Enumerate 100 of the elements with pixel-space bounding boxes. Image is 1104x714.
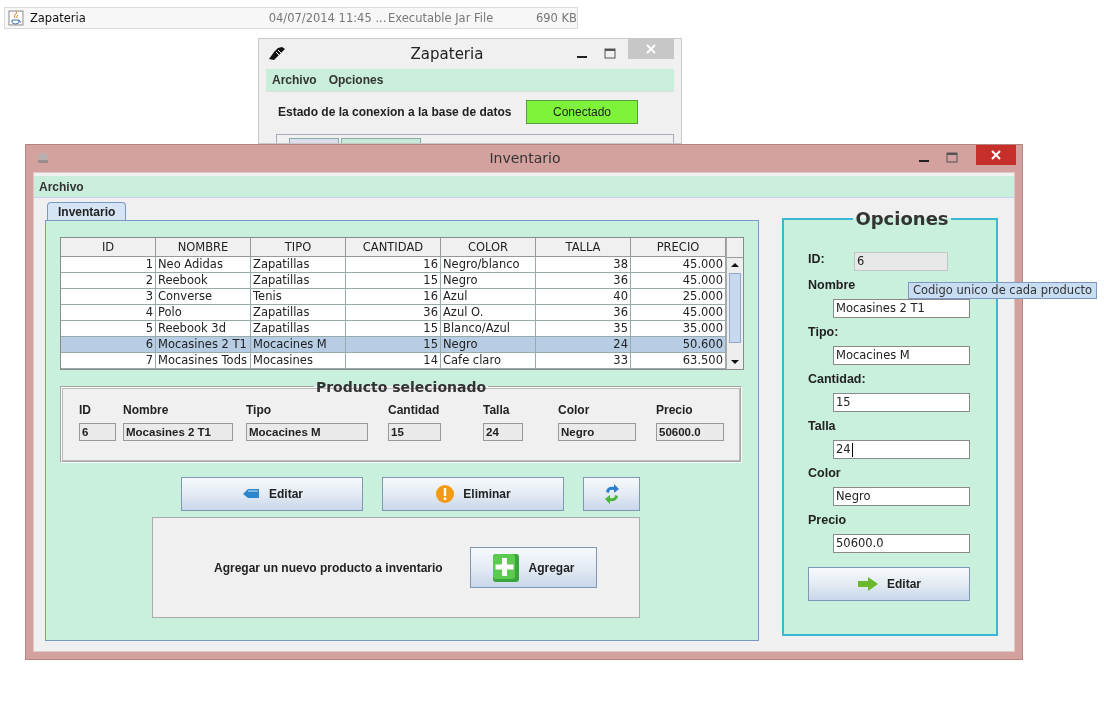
table-cell: 15 <box>346 273 441 289</box>
table-cell: Converse <box>156 289 251 305</box>
delete-button[interactable]: Eliminar <box>382 477 564 511</box>
input-field[interactable]: Mocasines 2 T1 <box>833 299 970 318</box>
connection-status: Conectado <box>526 100 638 124</box>
field-label: Tipo <box>246 403 273 417</box>
field-label: Talla <box>808 419 836 433</box>
field-label: Cantidad <box>388 403 441 417</box>
table-row[interactable]: 3 Converse Tenis 16 Azul 40 25.000 <box>61 289 726 305</box>
table-cell: Polo <box>156 305 251 321</box>
table-row[interactable]: 4 Polo Zapatillas 36 Azul O. 36 45.000 <box>61 305 726 321</box>
readonly-field: Mocasines 2 T1 <box>123 423 233 441</box>
table-cell: Azul O. <box>441 305 536 321</box>
scroll-thumb[interactable] <box>729 273 741 343</box>
window-title: Zapateria <box>409 45 485 63</box>
table-cell: 16 <box>346 289 441 305</box>
table-cell: Zapatillas <box>251 273 346 289</box>
table-cell: Zapatillas <box>251 305 346 321</box>
field-label: Precio <box>656 403 694 417</box>
input-field[interactable]: 15 <box>833 393 970 412</box>
column-header[interactable]: NOMBRE <box>156 238 251 257</box>
table-cell: 36 <box>536 305 631 321</box>
input-field[interactable]: Mocacines M <box>833 346 970 365</box>
refresh-button[interactable] <box>583 477 640 511</box>
tooltip: Codigo unico de cada producto <box>908 282 1097 299</box>
warning-icon <box>435 484 456 504</box>
table-cell: Negro <box>441 337 536 353</box>
table-cell: Cafe claro <box>441 353 536 369</box>
column-header[interactable]: ID <box>61 238 156 257</box>
table-row[interactable]: 6 Mocasines 2 T1 Mocacines M 15 Negro 24 50.600 <box>61 337 726 353</box>
menu-item[interactable]: Opciones <box>328 73 384 87</box>
arrow-right-icon <box>857 576 879 592</box>
table-cell: 2 <box>61 273 156 289</box>
field-label: Cantidad: <box>808 372 866 386</box>
window-title: Inventario <box>488 150 562 166</box>
menu-item[interactable]: Archivo <box>272 73 317 87</box>
table-cell: Tenis <box>251 289 346 305</box>
field-label: Tipo: <box>808 325 839 339</box>
panel-title: Opciones <box>854 208 950 229</box>
maximize-icon[interactable] <box>946 152 958 164</box>
table-cell: 38 <box>536 257 631 273</box>
tag-icon <box>241 488 261 500</box>
input-field[interactable]: 50600.0 <box>833 534 970 553</box>
readonly-field: 24 <box>483 423 523 441</box>
file-row[interactable]: Zapateria 04/07/2014 11:45 ...Executable Jar File 690 KB <box>4 7 578 29</box>
table-cell: 7 <box>61 353 156 369</box>
table-cell: 40 <box>536 289 631 305</box>
edit-button[interactable]: Editar <box>808 567 970 601</box>
field-label: Color <box>558 403 591 417</box>
status-label: Estado de la conexion a la base de datos <box>278 105 513 119</box>
table-row[interactable]: 1 Neo Adidas Zapatillas 16 Negro/blanco 38 45.000 <box>61 257 726 273</box>
table-cell: Mocasines <box>251 353 346 369</box>
table-cell: 24 <box>536 337 631 353</box>
maximize-icon[interactable] <box>604 48 616 60</box>
edit-button[interactable]: Editar <box>181 477 363 511</box>
table-row[interactable]: 7 Mocasines Tods Mocasines 14 Cafe claro 33 63.500 <box>61 353 726 369</box>
file-date: 04/07/2014 11:45 ... <box>268 11 388 25</box>
table-cell: 36 <box>346 305 441 321</box>
table-cell: 16 <box>346 257 441 273</box>
table-cell: Neo Adidas <box>156 257 251 273</box>
table-cell: 33 <box>536 353 631 369</box>
shoe-icon <box>268 47 286 61</box>
add-button[interactable]: Agregar <box>470 547 597 588</box>
table-cell: Negro <box>441 273 536 289</box>
readonly-field: 15 <box>388 423 441 441</box>
menu-item[interactable]: Archivo <box>39 179 84 194</box>
field-label: Nombre <box>808 278 856 292</box>
file-name: Zapateria <box>29 11 87 25</box>
input-field[interactable]: Negro <box>833 487 970 506</box>
column-header[interactable]: CANTIDAD <box>346 238 441 257</box>
table-cell: 4 <box>61 305 156 321</box>
table-cell: Azul <box>441 289 536 305</box>
plus-icon <box>492 552 521 583</box>
readonly-field: 50600.0 <box>656 423 724 441</box>
field-label: ID <box>79 403 92 417</box>
table-cell: Negro/blanco <box>441 257 536 273</box>
field-label: Precio <box>808 513 847 527</box>
table-cell: Mocasines Tods <box>156 353 251 369</box>
field-label: Talla <box>483 403 511 417</box>
table-cell: Reebook <box>156 273 251 289</box>
readonly-field: Mocacines M <box>246 423 368 441</box>
tab[interactable]: Inventario <box>47 202 127 220</box>
add-product-text: Agregar un nuevo producto a inventario <box>214 560 444 575</box>
table-cell: 14 <box>346 353 441 369</box>
table-cell: Mocacines M <box>251 337 346 353</box>
close-icon[interactable] <box>976 145 1016 165</box>
readonly-field: Negro <box>558 423 636 441</box>
table-cell: Mocasines 2 T1 <box>156 337 251 353</box>
table-row[interactable]: 2 Reebook Zapatillas 15 Negro 36 45.000 <box>61 273 726 289</box>
column-header[interactable]: TALLA <box>536 238 631 257</box>
table-cell: 6 <box>61 337 156 353</box>
field-label: Color <box>808 466 841 480</box>
table-cell: 15 <box>346 337 441 353</box>
column-header[interactable]: COLOR <box>441 238 536 257</box>
input-field[interactable]: 24 <box>833 440 970 459</box>
column-header[interactable]: TIPO <box>251 238 346 257</box>
field-label: Nombre <box>123 403 170 417</box>
field-label: ID: <box>808 252 826 266</box>
table-cell: 1 <box>61 257 156 273</box>
jar-file-icon <box>8 10 24 26</box>
